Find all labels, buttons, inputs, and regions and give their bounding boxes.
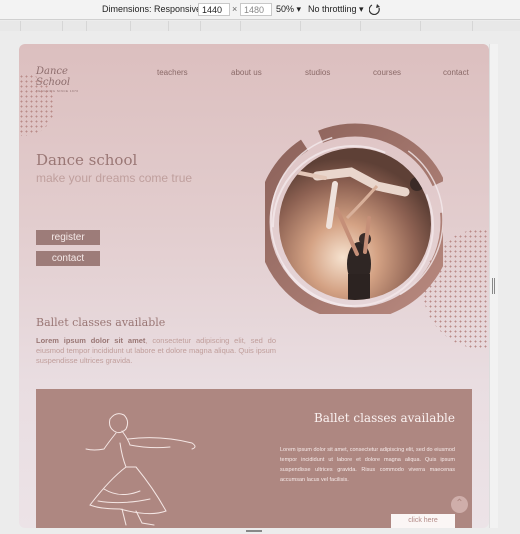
nav-teachers[interactable]: teachers (157, 68, 188, 77)
devtools-toolbar: Dimensions: Responsive ▾ 1440 × 1480 50%… (0, 0, 520, 20)
section-title: Ballet classes available (36, 316, 166, 329)
dancers-image (256, 123, 454, 321)
band-text: Lorem ipsum dolor sit amet, consectetur … (280, 447, 455, 483)
contact-button[interactable]: contact (36, 251, 100, 266)
ballet-band: Ballet classes available Lorem ipsum dol… (36, 389, 472, 528)
click-here-button[interactable]: click here (391, 514, 455, 528)
zoom-label: 50% (276, 4, 295, 14)
dimensions-label: Dimensions: Responsive (102, 4, 202, 14)
rotate-icon[interactable] (368, 3, 381, 17)
chevron-up-icon[interactable]: ⌃ (451, 496, 468, 513)
section-lead: Lorem ipsum dolor sit amet (36, 336, 146, 345)
dimensions-dropdown[interactable]: Dimensions: Responsive ▾ (102, 4, 208, 15)
ballerina-sketch (85, 413, 196, 526)
resize-handle-bottom[interactable] (246, 530, 262, 532)
resize-handle-right[interactable] (492, 278, 495, 294)
height-input[interactable]: 1480 (240, 3, 272, 16)
page-viewport: Dance School TEACHING SINCE 1970 teacher… (19, 44, 489, 528)
width-input[interactable]: 1440 (198, 3, 230, 16)
zoom-dropdown[interactable]: 50% ▾ (276, 4, 301, 15)
hero-subtitle: make your dreams come true (36, 171, 193, 185)
ruler-bar (0, 21, 520, 31)
nav-studios[interactable]: studios (305, 68, 330, 77)
section-text: Lorem ipsum dolor sit amet, consectetur … (36, 336, 276, 366)
register-button[interactable]: register (36, 230, 100, 245)
nav-about-us[interactable]: about us (231, 68, 262, 77)
nav-courses[interactable]: courses (373, 68, 401, 77)
throttling-label: No throttling (308, 4, 357, 14)
throttling-dropdown[interactable]: No throttling ▾ (308, 4, 364, 15)
hero-photo (256, 114, 454, 321)
band-title: Ballet classes available (313, 411, 455, 425)
hero-title: Dance school (36, 151, 138, 169)
nav-contact[interactable]: contact (443, 68, 469, 77)
times-icon: × (232, 4, 238, 14)
